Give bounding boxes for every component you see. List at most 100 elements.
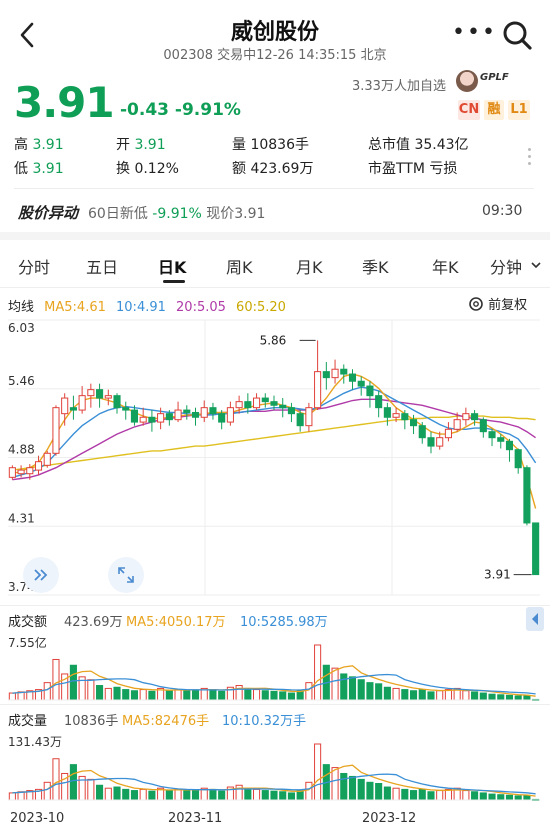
turnover-bar	[235, 685, 243, 701]
turnover-bar	[52, 658, 60, 701]
volume-bar	[52, 758, 60, 801]
candle-body	[471, 413, 479, 421]
volume-bar	[130, 790, 139, 801]
volume-bar	[209, 788, 217, 801]
turnover-bar	[139, 689, 147, 701]
candle-body	[427, 437, 435, 447]
candle-body	[34, 461, 43, 471]
volume-bar	[418, 788, 426, 801]
volume-ymax: 131.43万	[8, 735, 62, 749]
candle-body	[122, 407, 130, 411]
turnover-bar	[418, 689, 426, 701]
turnover-bar	[514, 695, 522, 701]
volume-bar	[69, 764, 77, 801]
turnover-bar	[409, 690, 418, 701]
turnover-bar	[261, 690, 269, 701]
volume-bar	[348, 775, 357, 801]
candle-body	[279, 404, 287, 409]
turnover-bar	[130, 690, 139, 701]
candle-body	[139, 416, 147, 423]
candle-body	[113, 395, 121, 409]
collapse-left-icon[interactable]	[526, 607, 544, 631]
y-tick-label: 4.31	[8, 511, 35, 525]
candle-body	[78, 395, 86, 411]
turnover-bar	[523, 694, 531, 701]
volume-bar	[43, 781, 51, 801]
turnover-bar	[462, 690, 470, 701]
volume-bar	[183, 789, 191, 801]
volume-bar	[427, 791, 435, 801]
volume-bar	[165, 790, 173, 801]
candle-body	[322, 371, 330, 379]
volume-bar	[235, 784, 243, 801]
candle-body	[462, 413, 470, 421]
volume-bar	[270, 790, 278, 801]
candle-body	[8, 467, 16, 478]
volume-bar	[401, 788, 409, 801]
turnover-bar	[488, 693, 496, 701]
candle-body	[479, 419, 487, 433]
candle-body	[209, 407, 217, 415]
candle-body	[375, 395, 383, 409]
turnover-bar	[340, 673, 348, 701]
candle-body	[26, 467, 34, 475]
candle-body	[331, 368, 339, 379]
volume-label: 成交量	[8, 714, 48, 729]
turnover-bar	[497, 694, 505, 701]
turnover-bar	[165, 690, 173, 701]
volume-bar	[488, 793, 496, 801]
candle-body	[287, 407, 295, 415]
volume-bar	[191, 790, 200, 801]
volume-bar	[218, 790, 226, 801]
volume-bar	[392, 787, 400, 801]
volume-ma10: 10:10.32万手	[222, 714, 307, 729]
candle-body	[96, 389, 104, 399]
candle-body	[436, 437, 444, 447]
turnover-legend: 成交额 423.69万 MA5:4050.17万 10:5285.98万	[0, 605, 550, 631]
candle-body	[488, 431, 496, 439]
volume-legend: 成交量 10836手 MA5:82476手 10:10.32万手	[0, 704, 550, 730]
candle-body	[497, 437, 505, 442]
candle-body	[157, 413, 165, 423]
volume-bar	[357, 778, 365, 801]
volume-bar	[462, 790, 470, 801]
fullscreen-icon[interactable]	[107, 556, 145, 594]
candle-body	[244, 401, 252, 409]
turnover-bar	[375, 683, 383, 701]
candle-body	[357, 380, 365, 387]
candle-body	[532, 522, 540, 576]
candle-body	[174, 409, 182, 421]
turnover-bar	[191, 690, 200, 701]
x-tick-label: 2023-11	[168, 811, 222, 826]
turnover-bar	[87, 679, 95, 701]
candle-body	[366, 385, 374, 397]
turnover-bar	[279, 691, 287, 701]
turnover-ma10: 10:5285.98万	[240, 615, 328, 630]
volume-bar	[104, 787, 112, 801]
candle-body	[52, 407, 60, 454]
low-marker-label: 3.91	[484, 568, 511, 582]
volume-bar	[287, 792, 295, 801]
turnover-bar	[401, 689, 409, 701]
turnover-bar	[148, 690, 156, 701]
turnover-value: 423.69万	[64, 615, 123, 630]
candle-body	[191, 411, 200, 418]
volume-bar	[305, 781, 313, 801]
expand-right-icon[interactable]	[22, 556, 60, 594]
x-tick-label: 2023-10	[10, 811, 64, 826]
turnover-bar	[436, 690, 444, 701]
candle-body	[253, 397, 261, 409]
volume-bar	[436, 790, 444, 801]
candle-body	[270, 401, 278, 406]
y-tick-label: 6.03	[8, 321, 35, 335]
candle-body	[392, 413, 400, 418]
candle-body	[226, 407, 234, 423]
ma20-line	[12, 398, 536, 481]
turnover-bar	[357, 679, 365, 701]
turnover-bar	[209, 689, 217, 701]
volume-bar	[261, 790, 269, 801]
candle-body	[444, 428, 452, 439]
turnover-bar	[244, 687, 252, 701]
turnover-bar	[392, 687, 400, 701]
volume-bar	[366, 781, 374, 801]
